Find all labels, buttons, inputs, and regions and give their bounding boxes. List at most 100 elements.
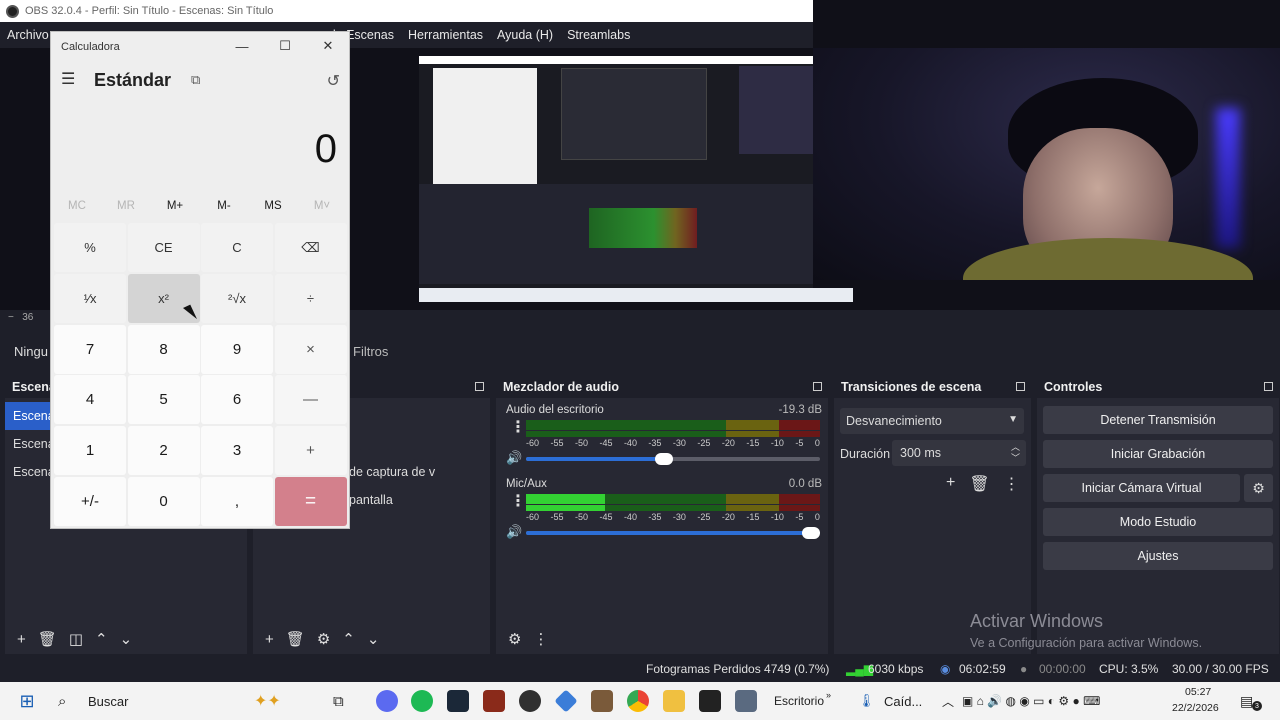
app-icon-calculator[interactable] [735,690,757,712]
undock-icon[interactable] [475,382,484,391]
desktop-label[interactable]: Escritorio [774,690,824,712]
maximize-icon[interactable]: ☐ [270,37,300,55]
multiply-key[interactable]: × [274,324,347,374]
zoom-out-icon[interactable]: − [8,312,14,323]
speaker-icon[interactable]: 🔊 [506,450,522,466]
memory-button[interactable]: MS [249,200,297,212]
add-transition-icon[interactable]: + [946,474,955,494]
menu-herramientas[interactable]: Herramientas [401,28,490,42]
windows-start-icon[interactable]: ⊞ [16,690,38,712]
source-item[interactable]: 👁🔒 [349,430,580,458]
source-item[interactable]: 👁🔒 [349,402,580,430]
memory-button[interactable]: M+ [151,200,199,212]
studio-mode-button[interactable]: Modo Estudio [1043,508,1273,536]
clear-key[interactable]: C [201,223,273,272]
notification-icon[interactable]: ▤ [1240,690,1253,712]
undock-icon[interactable] [813,382,822,391]
speaker-icon[interactable]: 🔊 [506,524,522,540]
virtual-camera-settings-gear-icon[interactable]: ⚙ [1244,474,1273,502]
transition-menu-icon[interactable]: ⋮ [1004,474,1020,494]
move-down-icon[interactable]: ⌄ [367,630,380,648]
source-item[interactable]: de captura de v👁🔒 [349,458,580,486]
volume-slider-knob[interactable] [802,527,820,539]
digit-3-key[interactable]: 3 [201,426,273,476]
digit-9-key[interactable]: 9 [201,324,273,374]
app-icon-epic-games[interactable] [699,690,721,712]
add-scene-icon[interactable]: + [17,631,26,648]
transition-select[interactable]: Desvanecimiento ▼ [840,408,1024,434]
digit-6-key[interactable]: 6 [201,375,273,425]
remove-source-icon[interactable]: 🗑 [286,630,305,648]
backspace-key[interactable]: ⌫ [274,223,347,272]
channel-menu-icon[interactable]: ⋮ [510,494,526,510]
app-icon-chrome[interactable] [627,690,649,712]
digit-4-key[interactable]: 4 [54,375,126,425]
memory-button[interactable]: MC [53,200,101,212]
digit-0-key[interactable]: 0 [127,477,200,526]
system-tray-icons[interactable]: ▣ ⌂ 🔊 ◍ ◉ ▭ ◐ ⚙ ● ⌨ [962,690,1100,712]
start-recording-button[interactable]: Iniciar Grabación [1043,440,1273,468]
app-icon-spotify[interactable] [411,690,433,712]
digit-1-key[interactable]: 1 [54,426,126,476]
stop-streaming-button[interactable]: Detener Transmisión [1043,406,1273,434]
app-icon-game[interactable] [483,690,505,712]
clock-time[interactable]: 05:27 [1185,685,1211,699]
menu-streamlabs[interactable]: Streamlabs [560,28,637,42]
filters-button[interactable]: Filtros [353,344,388,359]
minimize-icon[interactable]: — [227,37,257,55]
add-key[interactable]: + [274,426,347,476]
digit-8-key[interactable]: 8 [127,324,200,374]
close-icon[interactable]: ✕ [313,37,343,55]
keep-on-top-icon[interactable]: ⧉ [191,72,200,88]
hamburger-menu-icon[interactable]: ☰ [61,69,75,89]
mixer-menu-icon[interactable]: ⋮ [533,630,548,648]
app-icon-vscode[interactable] [554,689,578,713]
move-down-icon[interactable]: ⌄ [120,630,133,648]
clear-entry-key[interactable]: CE [127,223,200,272]
settings-button[interactable]: Ajustes [1043,542,1273,570]
digit-7-key[interactable]: 7 [54,324,126,374]
add-source-icon[interactable]: + [265,631,274,648]
duration-input[interactable]: 300 ms ︿ ﹀ [892,440,1026,466]
search-icon[interactable]: ⌕ [58,690,66,712]
volume-slider-knob[interactable] [655,453,673,465]
task-view-icon[interactable]: ⧉ [333,690,344,712]
menu-ayuda[interactable]: Ayuda (H) [490,28,560,42]
divide-key[interactable]: ÷ [274,273,347,323]
volume-slider[interactable] [526,527,820,539]
memory-button[interactable]: M˅ [298,200,346,212]
undock-icon[interactable] [1264,382,1273,391]
source-properties-icon[interactable]: ⚙ [317,630,330,648]
memory-button[interactable]: MR [102,200,150,212]
move-up-icon[interactable]: ⌃ [342,630,355,648]
history-icon[interactable]: ↺ [327,71,340,91]
menu-archivo[interactable]: Archivo [0,28,56,42]
square-root-key[interactable]: ²√x [201,273,273,323]
app-icon-game-2[interactable] [591,690,613,712]
digit-5-key[interactable]: 5 [127,375,200,425]
remove-scene-icon[interactable]: 🗑 [38,630,57,648]
start-virtual-camera-button[interactable]: Iniciar Cámara Virtual [1043,474,1240,502]
app-icon-file-explorer[interactable] [663,690,685,712]
remove-transition-icon[interactable]: 🗑 [969,474,989,494]
clock-date[interactable]: 22/2/2026 [1172,701,1219,715]
app-icon-obs[interactable] [376,690,398,712]
app-icon-obs-studio[interactable] [519,690,541,712]
weather-label[interactable]: Caíd... [884,690,922,712]
chevron-up-icon[interactable]: ︿ [942,690,954,712]
app-icon-steam[interactable] [447,690,469,712]
equals-key[interactable]: = [274,477,347,526]
decimal-key[interactable]: , [201,477,273,526]
subtract-key[interactable]: — [274,375,347,425]
undock-icon[interactable] [1016,382,1025,391]
negate-key[interactable]: +/- [54,477,126,526]
percent-key[interactable]: % [54,223,126,272]
taskbar-search[interactable]: Buscar [88,690,128,712]
reciprocal-key[interactable]: ¹⁄x [54,273,126,323]
advanced-audio-icon[interactable]: ⚙ [508,630,521,648]
spinner-icon[interactable]: ︿ ﹀ [1011,442,1020,464]
move-up-icon[interactable]: ⌃ [95,630,108,648]
digit-2-key[interactable]: 2 [127,426,200,476]
scene-filters-icon[interactable]: ◫ [69,630,83,648]
chevron-right-icon[interactable]: » [826,684,831,706]
